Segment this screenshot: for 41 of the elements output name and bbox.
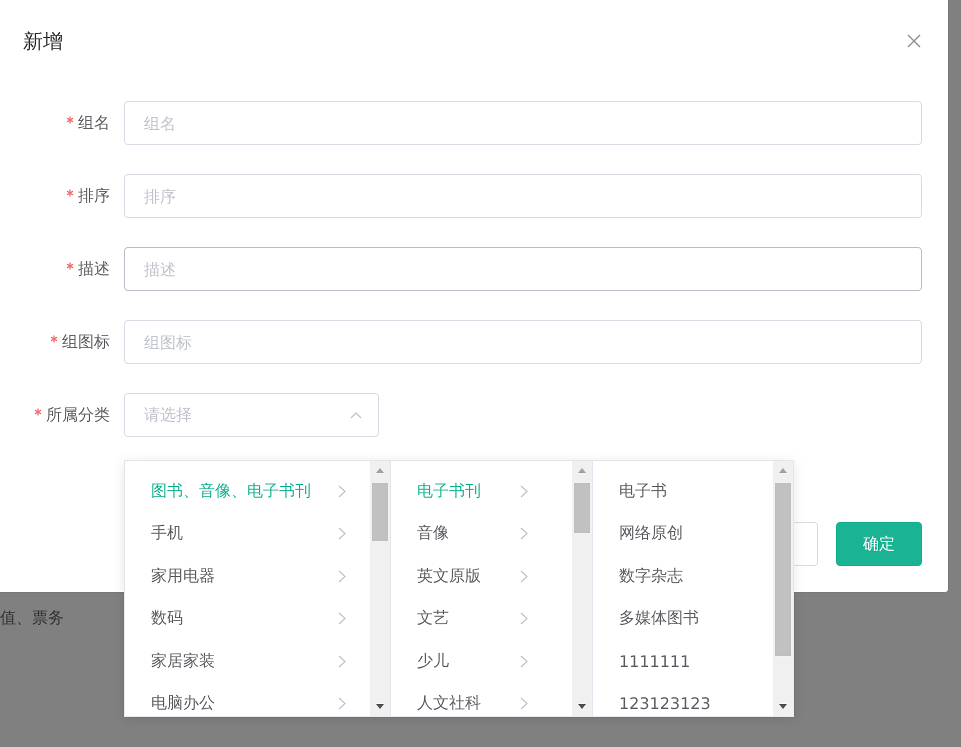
cascader-option[interactable]: 123123123 [593,682,773,716]
background-text: 值、票务 [0,608,64,629]
input-field[interactable]: 描述 [124,247,922,291]
caret-icon [350,411,362,419]
field-label: 组图标 [62,332,110,352]
cascader-option[interactable]: 数码 [125,598,370,640]
cascader-option[interactable]: 人文社科 [391,682,572,716]
cascader-option[interactable]: 电子书 [593,470,773,512]
scrollbar-thumb[interactable] [372,483,388,541]
field-label: 描述 [78,258,110,280]
scroll-down-arrow-icon[interactable] [779,704,787,709]
cascader-option[interactable]: 网络原创 [593,512,773,555]
input-field[interactable]: 组图标 [124,320,922,364]
scrollbar-thumb[interactable] [574,483,590,533]
scrollbar[interactable] [370,461,390,716]
cascader-option[interactable]: 数字杂志 [593,555,773,598]
input-field[interactable]: 组名 [124,101,922,145]
close-icon[interactable] [907,34,921,48]
cascader-option[interactable]: 文艺 [391,598,572,640]
cascader-option[interactable]: 家用电器 [125,555,370,598]
scrollbar[interactable] [773,461,793,716]
field-label: 排序 [78,186,110,206]
cascader-option[interactable]: 少儿 [391,640,572,682]
scrollbar[interactable] [572,461,592,716]
cascader-option[interactable]: 音像 [391,512,572,555]
dialog-title: 新增 [23,28,63,54]
cascader-option[interactable]: 家居家装 [125,640,370,682]
scroll-down-arrow-icon[interactable] [578,704,586,709]
scroll-up-arrow-icon[interactable] [578,468,586,473]
field-label: 组名 [78,112,110,134]
cascader-option[interactable]: 手机 [125,512,370,555]
cascader-option[interactable]: 1111111 [593,640,773,682]
scroll-up-arrow-icon[interactable] [779,468,787,473]
scrollbar-thumb[interactable] [775,483,791,656]
scroll-down-arrow-icon[interactable] [376,704,384,709]
field-label: 所属分类 [46,404,110,426]
cascader-option[interactable]: 英文原版 [391,555,572,598]
cascader-option[interactable]: 多媒体图书 [593,598,773,640]
cascader-option[interactable]: 电脑办公 [125,682,370,716]
scroll-up-arrow-icon[interactable] [376,468,384,473]
input-field[interactable]: 排序 [124,174,922,218]
